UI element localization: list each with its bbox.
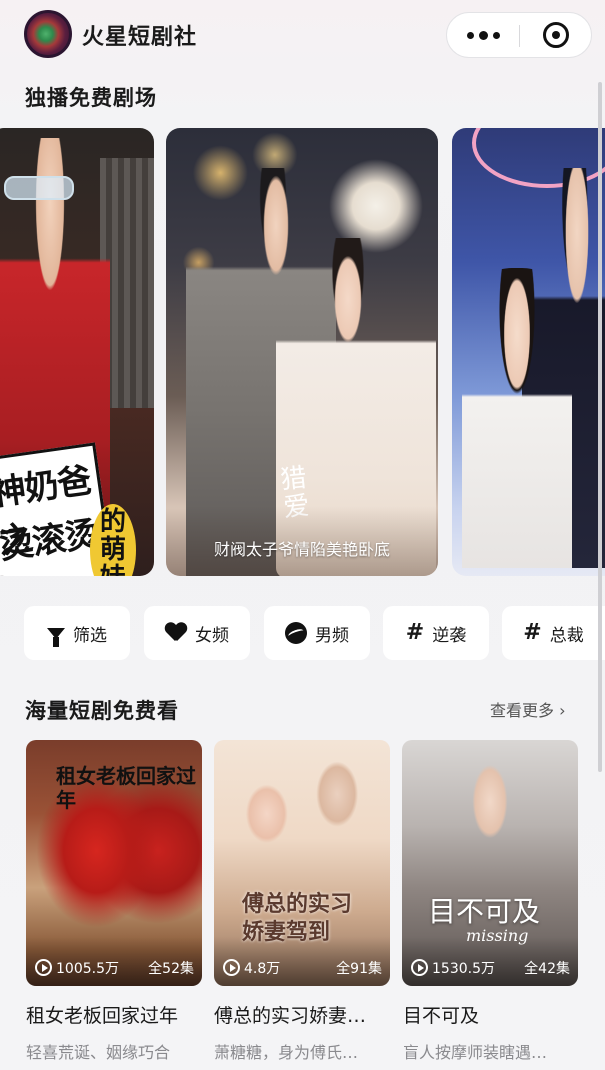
hash-icon: #	[523, 620, 542, 645]
capsule-divider	[519, 25, 520, 47]
filter-funnel-icon	[47, 627, 65, 647]
mini-program-capsule	[446, 12, 592, 58]
chip-label: 总裁	[549, 625, 584, 646]
episode-count: 全52集	[148, 961, 194, 977]
drama-cover-3[interactable]: 目不可及 missing 1530.5万 全42集	[402, 740, 578, 986]
cover-meta: 1005.5万 全52集	[26, 958, 202, 978]
drama-title-1[interactable]: 租女老板回家过年	[26, 1001, 206, 1028]
episode-count: 全91集	[336, 961, 382, 977]
chip-label: 女频	[195, 625, 229, 646]
filter-chip-male[interactable]: 男频	[264, 606, 370, 660]
cover-meta: 1530.5万 全42集	[402, 958, 578, 978]
poster-caption-bar: 财阀太子爷情陷美艳卧底	[166, 506, 438, 576]
poster-character-female	[462, 268, 572, 568]
target-circle-icon[interactable]	[543, 22, 569, 48]
chip-label: 逆袭	[432, 625, 467, 646]
view-count: 1530.5万	[432, 961, 495, 977]
hash-icon: #	[405, 620, 425, 645]
view-count: 4.8万	[244, 961, 281, 977]
episode-count: 全42集	[524, 961, 570, 977]
cover-subtitle-art: missing	[466, 926, 529, 945]
featured-card-2[interactable]: 猎爱 财阀太子爷情陷美艳卧底	[166, 128, 438, 576]
app-title: 火星短剧社	[82, 25, 198, 50]
drama-cover-1[interactable]: 租女老板回家过年 1005.5万 全52集	[26, 740, 202, 986]
play-icon	[223, 959, 240, 976]
cover-title-art: 傅总的实习娇妻驾到	[242, 891, 353, 945]
play-icon	[411, 959, 428, 976]
more-dots-icon[interactable]	[447, 13, 519, 57]
drama-cover-2[interactable]: 傅总的实习娇妻驾到 4.8万 全91集	[214, 740, 390, 986]
cover-title-art: 目不可及	[428, 895, 541, 928]
chip-label: 男频	[315, 625, 349, 646]
drama-desc-2: 萧糖糖，身为傅氏…	[214, 1043, 359, 1062]
chip-label: 筛选	[73, 625, 107, 646]
featured-card-3[interactable]	[452, 128, 605, 576]
top-bar: 火星短剧社	[0, 0, 605, 70]
heart-icon	[165, 623, 187, 643]
play-icon	[35, 959, 52, 976]
filter-chip-ceo[interactable]: # 总裁	[502, 606, 605, 660]
featured-section-title: 独播免费剧场	[25, 86, 157, 110]
poster-caption: 财阀太子爷情陷美艳卧底	[213, 540, 390, 559]
cover-title-art: 租女老板回家过年	[56, 764, 196, 812]
ball-icon	[285, 622, 307, 644]
grid-section-title: 海量短剧免费看	[25, 699, 179, 723]
drama-desc-3: 盲人按摩师装瞎遇…	[403, 1043, 548, 1062]
filter-chip-female[interactable]: 女频	[144, 606, 250, 660]
drama-title-3[interactable]: 目不可及	[403, 1001, 583, 1028]
poster-glasses	[4, 176, 74, 200]
view-count: 1005.5万	[56, 961, 119, 977]
cover-meta: 4.8万 全91集	[214, 958, 390, 978]
view-more-label: 查看更多	[490, 701, 555, 720]
featured-card-1[interactable]: 神奶爸之 烫滚烫 的萌娃	[0, 128, 154, 576]
drama-desc-1: 轻喜荒诞、姻缘巧合	[26, 1043, 171, 1062]
filter-chip-comeback[interactable]: # 逆袭	[383, 606, 489, 660]
poster-badge-art: 的萌娃	[90, 504, 136, 576]
app-avatar[interactable]	[24, 10, 72, 58]
chevron-right-icon: ›	[559, 701, 566, 720]
view-more-link[interactable]: 查看更多 ›	[490, 697, 566, 721]
drama-title-2[interactable]: 傅总的实习娇妻…	[214, 1001, 394, 1028]
filter-chip-filter[interactable]: 筛选	[24, 606, 130, 660]
scrollbar[interactable]	[598, 82, 602, 772]
